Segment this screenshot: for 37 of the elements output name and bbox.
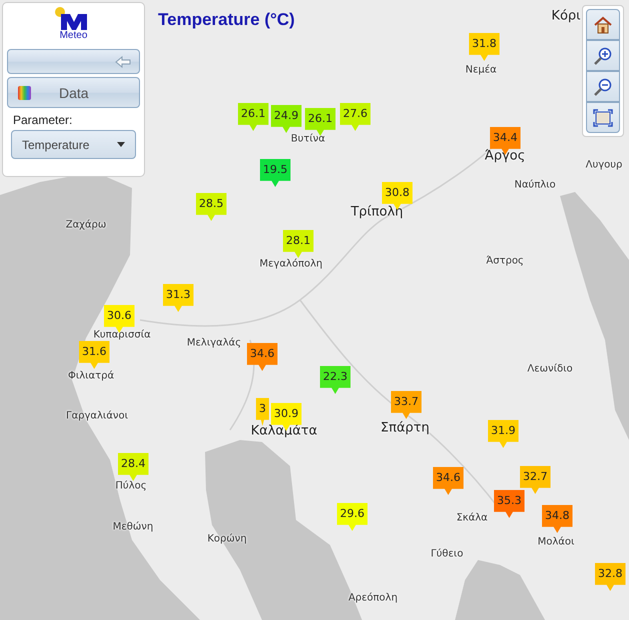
- place-label: Κορώνη: [207, 534, 247, 544]
- left-arrow-icon: [115, 56, 131, 68]
- place-label: Αρεόπολη: [348, 592, 398, 604]
- place-label: Μελιγαλάς: [186, 338, 242, 348]
- temperature-marker[interactable]: 30.6: [104, 305, 134, 333]
- dropdown-caret-icon: [117, 142, 125, 147]
- home-button[interactable]: [586, 9, 620, 40]
- parameter-label: Parameter:: [12, 113, 74, 127]
- place-label: Άστρος: [486, 256, 524, 266]
- full-extent-button[interactable]: [586, 102, 620, 133]
- color-scale-icon: [18, 86, 31, 100]
- place-label: Μεθώνη: [112, 522, 154, 532]
- data-button[interactable]: Data: [7, 77, 140, 108]
- zoom-in-button[interactable]: [586, 40, 620, 71]
- place-label: Λεωνίδιο: [527, 364, 573, 374]
- place-label: Ζαχάρω: [66, 220, 106, 230]
- logo-text: Meteo: [60, 30, 88, 41]
- parameter-dropdown[interactable]: Temperature: [11, 130, 136, 159]
- place-label: Γύθειο: [430, 548, 464, 560]
- place-label: Μολάοι: [538, 536, 574, 548]
- place-label: Μεγαλόπολη: [260, 258, 322, 270]
- place-label: Ναύπλιο: [514, 180, 556, 190]
- zoom-in-icon: [593, 46, 613, 66]
- place-label: Φιλιατρά: [68, 370, 114, 382]
- place-label: Βυτίνα: [290, 134, 326, 144]
- zoom-out-icon: [593, 76, 613, 96]
- zoom-out-button[interactable]: [586, 71, 620, 102]
- map-title: Temperature (°C): [158, 10, 295, 30]
- place-label: Γαργαλιάνοι: [66, 410, 128, 422]
- place-label: Πύλος: [115, 480, 147, 492]
- place-label: Κόρι: [551, 8, 581, 24]
- home-icon: [593, 14, 613, 34]
- place-label: Σκάλα: [456, 512, 488, 524]
- place-label: Λυγουρ: [586, 160, 622, 170]
- full-extent-icon: [593, 108, 613, 126]
- place-label: Σπάρτη: [380, 420, 430, 436]
- place-label: Νεμέα: [465, 64, 497, 76]
